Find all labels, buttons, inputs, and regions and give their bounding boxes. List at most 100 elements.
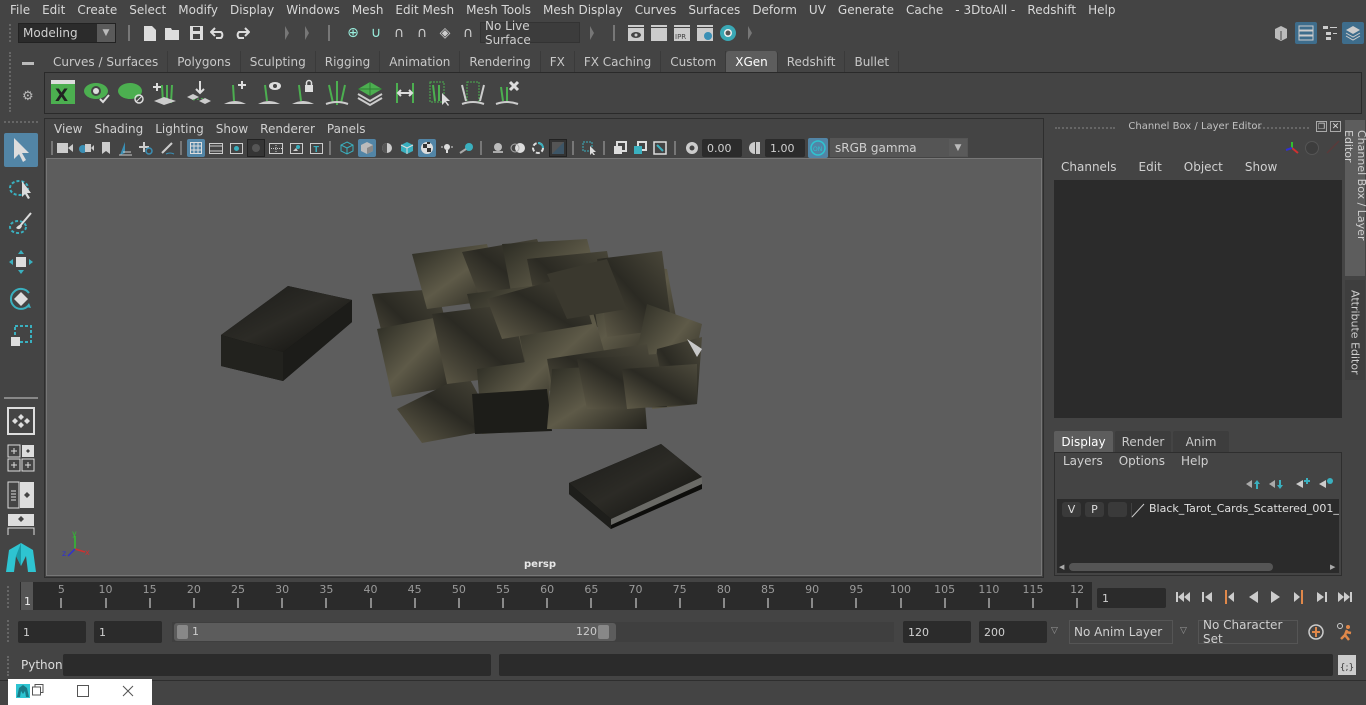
guide-sculpt-icon[interactable] [323,79,353,109]
time-slider[interactable]: 1 5 10 15 20 25 30 35 40 45 50 55 60 65 70 75 80 85 90 95 1… [20,582,1092,610]
scale-tool-icon[interactable] [4,319,38,353]
single-pane-layout-icon[interactable] [4,404,38,438]
menu-windows[interactable]: Windows [280,3,346,17]
panel-menu-shading[interactable]: Shading [94,122,149,136]
channel-box-icon[interactable] [1342,22,1364,44]
wireframe-on-shaded-icon[interactable] [398,139,416,157]
film-gate-icon[interactable] [207,139,225,157]
channel-list[interactable] [1054,180,1342,418]
safe-title-icon[interactable]: T [307,139,325,157]
manipulator-axes-icon[interactable] [1284,140,1300,159]
drag-handle[interactable] [7,586,11,608]
step-forward-key-icon[interactable] [1290,589,1308,605]
drag-handle[interactable] [9,52,13,112]
render-frame-icon[interactable] [649,23,669,43]
snap-curve-icon[interactable]: ∪ [366,23,386,43]
add-guides-icon[interactable] [150,79,180,109]
xray-active-components-icon[interactable] [631,139,649,157]
maximize-window-icon[interactable] [77,685,89,700]
hypershade-icon[interactable] [718,23,738,43]
panel-menu-view[interactable]: View [54,122,88,136]
layer-menu-layers[interactable]: Layers [1063,454,1103,468]
shelf-tab-polygons[interactable]: Polygons [168,51,241,72]
play-backwards-icon[interactable] [1244,589,1262,605]
grid-icon[interactable] [187,139,205,157]
script-editor-icon[interactable]: {;} [1338,655,1356,675]
layer-visibility-toggle[interactable]: V [1062,502,1081,517]
playback-end-field[interactable]: 120 [903,621,971,643]
current-frame-field[interactable]: 1 [1097,588,1166,608]
command-language-toggle[interactable]: Python [21,658,63,672]
tab-attribute-editor[interactable]: Attribute Editor [1345,280,1365,380]
image-plane-icon[interactable] [116,139,134,157]
outliner-persp-layout-icon[interactable] [4,478,38,512]
scattered-cards-pile[interactable] [372,239,702,443]
panel-menu-renderer[interactable]: Renderer [260,122,321,136]
rotate-tool-icon[interactable] [4,282,38,316]
scroll-left-icon[interactable]: ◀ [1059,563,1064,571]
menu-select[interactable]: Select [123,3,172,17]
2d-pan-zoom-icon[interactable] [137,139,155,157]
snap-view-plane-icon[interactable]: ∩ [412,23,432,43]
animation-end-field[interactable]: 200 [979,621,1047,643]
grease-pencil-icon[interactable] [158,139,176,157]
shelf-settings-gear-icon[interactable]: ⚙ [22,89,34,104]
field-chart-icon[interactable] [267,139,285,157]
channel-menu-show[interactable]: Show [1239,160,1277,174]
layer-row[interactable]: V P Black_Tarot_Cards_Scattered_001_laye… [1057,499,1339,521]
exposure-icon[interactable] [683,139,701,157]
step-back-frame-icon[interactable] [1198,589,1216,605]
shelf-menu-icon[interactable] [22,62,34,65]
menu-create[interactable]: Create [71,3,123,17]
command-input[interactable] [63,654,491,676]
make-live-icon[interactable]: ∩ [458,23,478,43]
channel-menu-edit[interactable]: Edit [1133,160,1162,174]
character-set-dropdown-arrow-icon[interactable]: ▽ [1180,626,1187,636]
select-guides-icon[interactable] [425,79,455,109]
layer-playback-toggle[interactable]: P [1085,502,1104,517]
new-scene-icon[interactable] [140,23,160,43]
range-start-handle[interactable] [177,625,188,639]
menu-file[interactable]: File [4,3,36,17]
restore-window-icon[interactable] [32,684,44,699]
layer-scrollbar[interactable]: ◀ ▶ [1057,561,1339,573]
anim-layer-dropdown[interactable]: No Anim Layer [1069,620,1173,644]
menu-deform[interactable]: Deform [746,3,803,17]
hyper-icon[interactable] [1326,140,1340,157]
anim-layer-dropdown-arrow-icon[interactable]: ▽ [1051,626,1058,636]
save-scene-icon[interactable] [186,23,206,43]
drag-handle[interactable] [9,24,13,42]
close-panel-icon[interactable]: ✕ [1330,121,1341,132]
undo-icon[interactable] [208,23,228,43]
drag-handle[interactable] [7,656,11,676]
menuset-dropdown[interactable]: Modeling ▼ [18,23,116,43]
menu-mesh[interactable]: Mesh [346,3,390,17]
camera-attributes-icon[interactable] [77,139,95,157]
play-forwards-icon[interactable] [1267,589,1285,605]
render-settings-icon[interactable] [695,23,715,43]
xgen-patch-icon[interactable] [356,79,386,109]
shelf-tab-animation[interactable]: Animation [380,51,461,72]
layer-name[interactable]: Black_Tarot_Cards_Scattered_001_layer [1149,502,1339,515]
screen-space-ao-icon[interactable] [489,139,507,157]
float-panel-icon[interactable]: ❐ [1316,121,1327,132]
menu-modify[interactable]: Modify [172,3,224,17]
step-forward-frame-icon[interactable] [1313,589,1331,605]
open-scene-icon[interactable] [163,23,183,43]
panel-menu-show[interactable]: Show [216,122,254,136]
go-to-start-icon[interactable] [1174,589,1192,605]
menu-edit-mesh[interactable]: Edit Mesh [389,3,460,17]
menu-redshift[interactable]: Redshift [1021,3,1082,17]
range-slider[interactable]: 1 120 [174,623,616,641]
menu-display[interactable]: Display [224,3,280,17]
shadows-icon[interactable] [458,139,476,157]
lasso-tool-icon[interactable] [4,171,38,205]
shelf-tab-fx[interactable]: FX [540,51,575,72]
lighting-icon[interactable] [438,139,456,157]
attribute-editor-icon[interactable] [1295,22,1317,44]
shelf-tab-redshift[interactable]: Redshift [777,51,846,72]
layer-display-type-toggle[interactable] [1108,502,1127,517]
add-guide-icon[interactable] [221,79,251,109]
animation-start-field[interactable]: 1 [18,621,86,643]
shelf-tab-curves-surfaces[interactable]: Curves / Surfaces [44,51,169,72]
